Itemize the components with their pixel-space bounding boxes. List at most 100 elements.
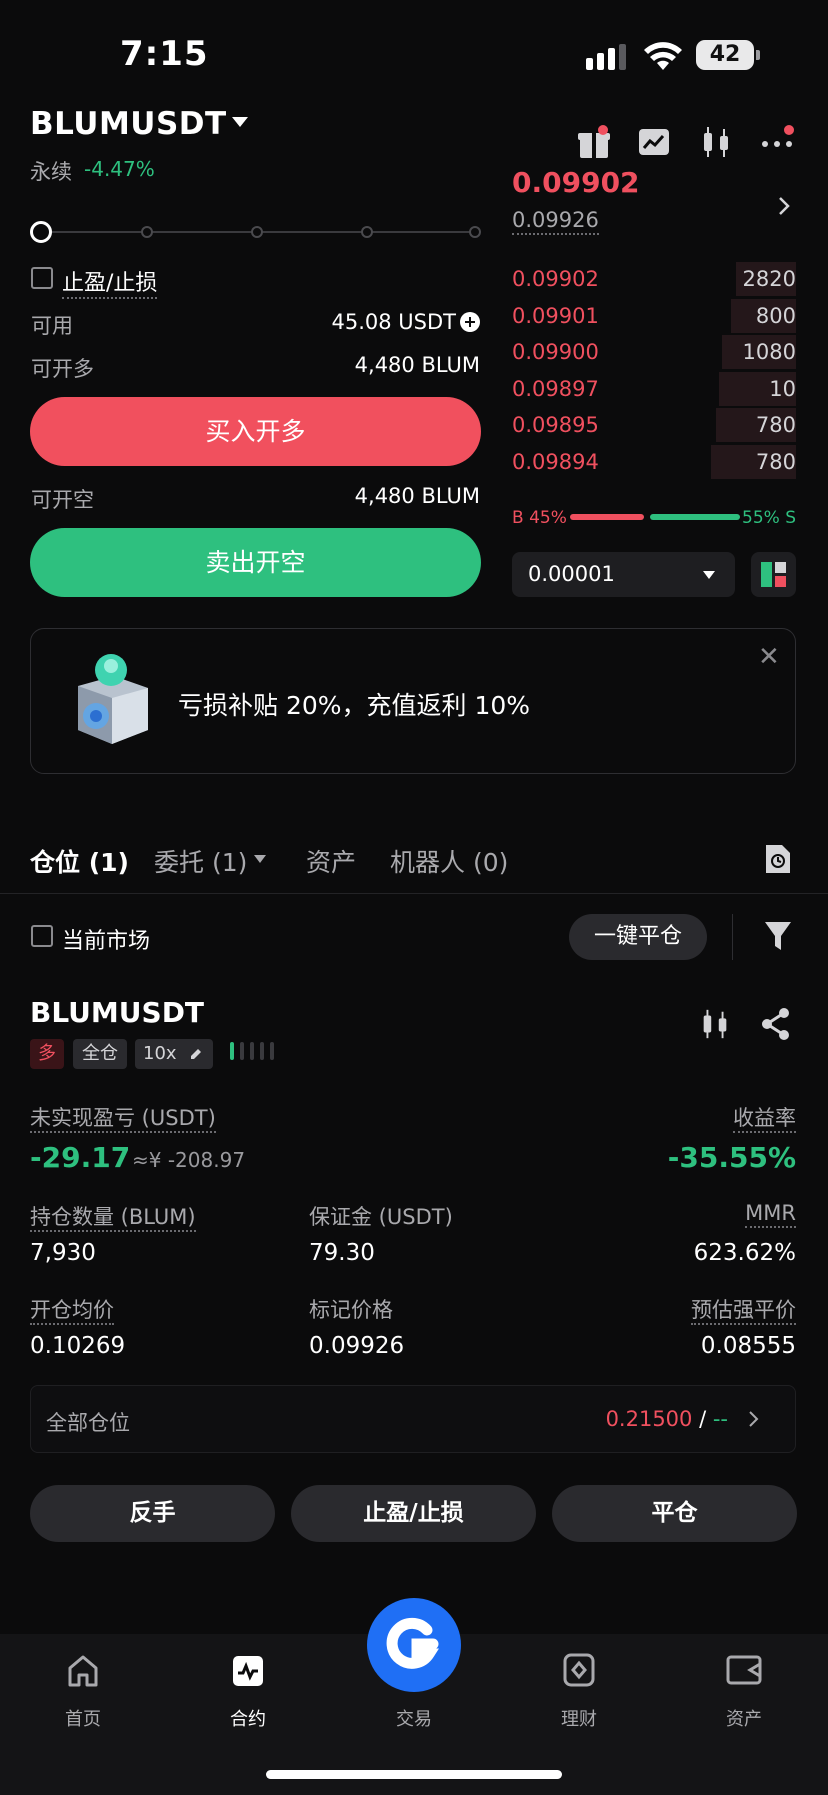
nav-earn-label[interactable]: 理财: [539, 1705, 619, 1731]
filter-icon[interactable]: [764, 920, 792, 952]
earn-icon[interactable]: [562, 1652, 596, 1688]
ask-qty: 780: [755, 413, 796, 437]
tab-positions[interactable]: 仓位 (1): [30, 843, 129, 879]
tick-size-value: 0.00001: [528, 562, 615, 586]
reverse-button[interactable]: 反手: [30, 1485, 275, 1542]
plus-circle-icon[interactable]: [460, 312, 480, 332]
open-short-value: 4,480 BLUM: [354, 484, 480, 508]
history-icon[interactable]: [764, 843, 792, 875]
size-value: 7,930: [30, 1240, 96, 1266]
last-price: 0.09902: [512, 166, 640, 194]
current-market-label: 当前市场: [62, 929, 151, 954]
available-label: 可用: [31, 314, 73, 338]
risk-level-indicator: [230, 1042, 280, 1064]
edit-icon: [191, 1049, 201, 1059]
tab-orders[interactable]: 委托 (1): [154, 843, 247, 879]
unrealized-pnl-value: -29.17: [30, 1141, 131, 1174]
mmr-value: 623.62%: [693, 1240, 796, 1266]
sell-ratio: 55% S: [742, 508, 796, 528]
pair-dropdown-icon[interactable]: [232, 117, 248, 127]
ask-price: 0.09901: [512, 303, 599, 328]
close-all-button[interactable]: 一键平仓: [569, 914, 707, 960]
ask-price: 0.09897: [512, 376, 599, 401]
close-position-button[interactable]: 平仓: [552, 1485, 797, 1542]
battery-indicator: 42: [696, 40, 754, 70]
tp-sl-checkbox[interactable]: [31, 267, 53, 289]
mmr-label: MMR: [745, 1201, 796, 1228]
margin-mode-tag: 全仓: [73, 1039, 127, 1069]
cellular-signal-icon: [586, 44, 626, 70]
all-positions-label: 全部仓位: [46, 1411, 130, 1435]
slider-step[interactable]: [251, 226, 263, 238]
ask-price: 0.09894: [512, 449, 599, 474]
contract-type: 永续: [30, 160, 72, 184]
book-layout-button[interactable]: [751, 552, 796, 597]
unrealized-pnl-label: 未实现盈亏 (USDT): [30, 1106, 216, 1133]
wallet-icon[interactable]: [726, 1654, 762, 1686]
buy-open-long-button[interactable]: 买入开多: [30, 397, 481, 466]
chevron-down-icon[interactable]: [254, 855, 266, 863]
ask-row[interactable]: 0.09900 1080: [512, 335, 796, 369]
ask-row[interactable]: 0.09901 800: [512, 298, 796, 333]
slider-step[interactable]: [469, 226, 481, 238]
candlestick-icon[interactable]: [698, 1007, 732, 1041]
book-layout-icon: [761, 562, 786, 587]
tab-assets[interactable]: 资产: [306, 843, 356, 879]
divider: [732, 914, 733, 960]
chevron-right-icon: [749, 1411, 759, 1427]
liq-price-value: 0.08555: [700, 1333, 796, 1359]
tick-size-select[interactable]: 0.00001: [512, 552, 735, 597]
roe-label: 收益率: [733, 1106, 796, 1133]
close-icon[interactable]: ✕: [758, 642, 780, 672]
roe-value: -35.55%: [667, 1141, 796, 1174]
buy-ratio-bar: [570, 514, 644, 520]
nav-home-label[interactable]: 首页: [43, 1705, 123, 1731]
liq-price-label: 预估强平价: [691, 1298, 796, 1325]
promo-text: 亏损补贴 20%，充值返利 10%: [178, 691, 531, 720]
ask-price: 0.09895: [512, 413, 599, 437]
tab-bots[interactable]: 机器人 (0): [390, 843, 508, 879]
status-time: 7:15: [120, 34, 209, 74]
home-icon[interactable]: [66, 1654, 100, 1688]
pair-title[interactable]: BLUMUSDT: [30, 106, 227, 142]
ask-row[interactable]: 0.09895 780: [512, 408, 796, 442]
trade-icon: [386, 1617, 440, 1669]
tp-sl-button[interactable]: 止盈/止损: [291, 1485, 536, 1542]
futures-icon[interactable]: [231, 1654, 265, 1688]
slider-step[interactable]: [361, 226, 373, 238]
share-icon[interactable]: [760, 1007, 792, 1041]
sell-open-short-button[interactable]: 卖出开空: [30, 528, 481, 597]
nav-trade-label[interactable]: 交易: [374, 1705, 454, 1731]
margin-value: 79.30: [309, 1240, 375, 1266]
position-symbol[interactable]: BLUMUSDT: [30, 996, 204, 1029]
current-market-checkbox[interactable]: [31, 925, 53, 947]
entry-price-value: 0.10269: [30, 1333, 126, 1359]
slider-knob[interactable]: [30, 221, 52, 243]
open-long-value: 4,480 BLUM: [354, 353, 480, 377]
open-short-label: 可开空: [31, 488, 94, 512]
tab-divider: [0, 893, 828, 894]
ask-qty: 2820: [742, 267, 796, 291]
leverage-tag[interactable]: 10x: [135, 1039, 213, 1069]
home-indicator: [266, 1770, 562, 1779]
chart-card-icon[interactable]: [636, 124, 672, 160]
ask-row[interactable]: 0.09897 10: [512, 371, 796, 406]
tp-sl-label: 止盈/止损: [62, 271, 158, 299]
all-positions-separator: /: [692, 1407, 713, 1431]
sell-ratio-bar: [650, 514, 740, 520]
ask-row[interactable]: 0.09894 780: [512, 444, 796, 479]
nav-assets-label[interactable]: 资产: [704, 1705, 784, 1731]
ask-qty: 10: [769, 376, 796, 401]
chevron-right-icon[interactable]: [776, 196, 792, 216]
ask-row[interactable]: 0.09902 2820: [512, 262, 796, 296]
margin-label: 保证金 (USDT): [309, 1205, 453, 1229]
all-positions-red-value: 0.21500: [605, 1407, 693, 1431]
unrealized-pnl-cny: ≈¥ -208.97: [132, 1148, 246, 1172]
promo-box-icon: [78, 654, 148, 744]
chevron-down-icon: [703, 571, 715, 579]
candlestick-icon[interactable]: [698, 124, 734, 160]
slider-step[interactable]: [141, 226, 153, 238]
side-tag: 多: [30, 1039, 64, 1069]
trade-fab[interactable]: [367, 1598, 461, 1692]
nav-futures-label[interactable]: 合约: [208, 1705, 288, 1731]
